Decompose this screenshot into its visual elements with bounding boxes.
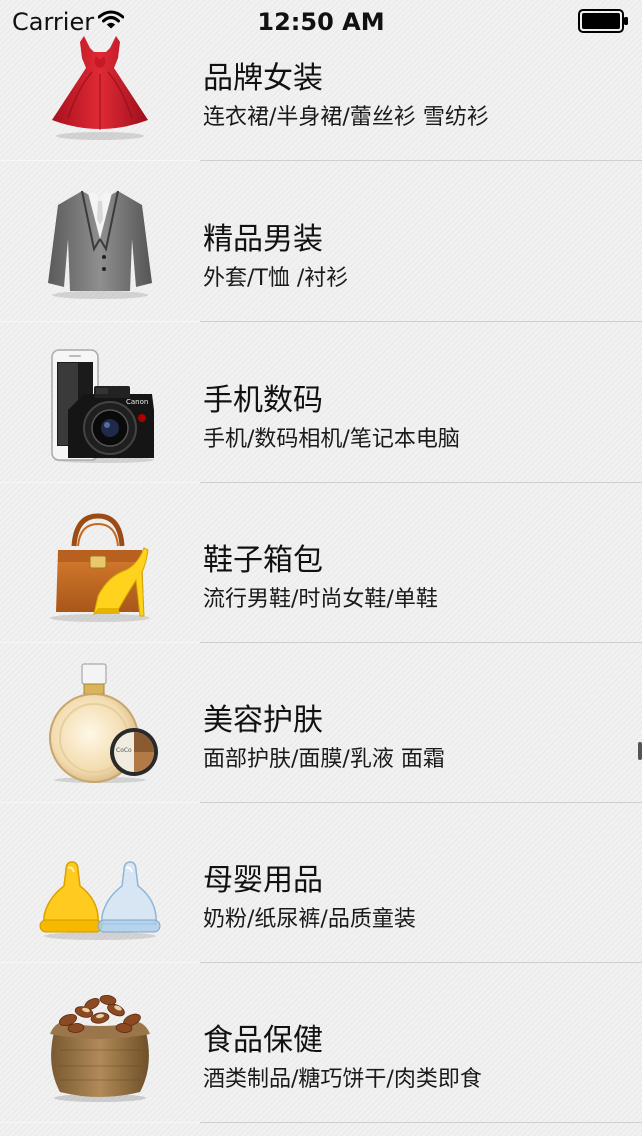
status-bar: Carrier 12:50 AM	[0, 0, 642, 40]
status-time: 12:50 AM	[257, 8, 385, 36]
handbag-heel-icon	[38, 500, 162, 624]
battery-icon	[578, 9, 630, 37]
list-item-phones-digital[interactable]: Canon 手机数码 手机/数码相机/笔记本电脑	[0, 322, 642, 483]
item-subtitle: 外套/T恤 /衬衫	[203, 266, 349, 291]
item-subtitle: 奶粉/纸尿裤/品质童装	[203, 907, 416, 932]
list-item-shoes-bags[interactable]: 鞋子箱包 流行男鞋/时尚女鞋/单鞋	[0, 482, 642, 643]
list-item-mother-baby[interactable]: 母婴用品 奶粉/纸尿裤/品质童装	[0, 802, 642, 963]
category-list: 品牌女装 连衣裙/半身裙/蕾丝衫 雪纺衫 精品男装 外套/T恤 /衬衫 Cano…	[0, 0, 642, 1136]
svg-text:CoCo: CoCo	[116, 747, 132, 754]
list-item-food-health[interactable]: 食品保健 酒类制品/糖巧饼干/肉类即食	[0, 962, 642, 1123]
nut-sack-icon	[38, 980, 162, 1104]
svg-text:Canon: Canon	[126, 398, 148, 406]
list-item-mens-clothing[interactable]: 精品男装 外套/T恤 /衬衫	[0, 161, 642, 322]
item-subtitle: 手机/数码相机/笔记本电脑	[203, 427, 460, 452]
item-subtitle: 酒类制品/糖巧饼干/肉类即食	[203, 1067, 482, 1092]
row-separator-gap	[0, 1122, 200, 1123]
item-title: 精品男装	[203, 222, 323, 257]
item-subtitle: 连衣裙/半身裙/蕾丝衫 雪纺衫	[203, 105, 489, 130]
item-title: 食品保健	[203, 1023, 323, 1058]
phone-camera-icon: Canon	[38, 340, 162, 464]
baby-bottle-nipples-icon	[38, 820, 162, 944]
item-subtitle: 面部护肤/面膜/乳液 面霜	[203, 747, 445, 772]
item-title: 美容护肤	[203, 703, 323, 738]
item-title: 品牌女装	[203, 61, 323, 96]
list-item-beauty-skincare[interactable]: CoCo 美容护肤 面部护肤/面膜/乳液 面霜	[0, 642, 642, 803]
scroll-indicator[interactable]	[638, 742, 642, 760]
item-title: 母婴用品	[203, 863, 323, 898]
mens-jacket-icon	[38, 179, 162, 303]
item-title: 鞋子箱包	[203, 543, 323, 578]
perfume-compact-icon: CoCo	[38, 660, 162, 784]
item-title: 手机数码	[203, 383, 323, 418]
item-subtitle: 流行男鞋/时尚女鞋/单鞋	[203, 587, 438, 612]
